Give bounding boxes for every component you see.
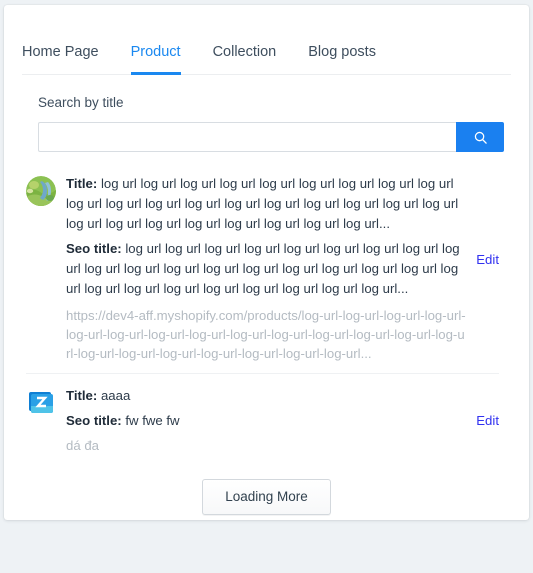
tab-product-label: Product <box>130 44 181 60</box>
product-seo-title-line: Seo title: log url log url log url log u… <box>66 239 466 299</box>
tab-collection-label: Collection <box>212 44 277 60</box>
search-row <box>38 122 504 152</box>
search-section: Search by title <box>4 75 529 152</box>
edit-link-wrap: Edit <box>476 386 499 431</box>
tab-home-page-label: Home Page <box>22 44 99 60</box>
product-list: Title: log url log url log url log url l… <box>4 166 529 465</box>
tab-bar: Home Page Product Collection Blog posts <box>22 5 511 75</box>
product-photo-thumbnail <box>26 176 56 206</box>
product-seo-title-line: Seo title: fw fwe fw <box>66 411 466 431</box>
list-footer: Loading More <box>4 465 529 515</box>
list-item-text: Title: log url log url log url log url l… <box>66 174 476 363</box>
list-item: Title: aaaa Seo title: fw fwe fw dá đa E… <box>26 373 499 465</box>
product-panel-card: Home Page Product Collection Blog posts … <box>4 5 529 520</box>
product-title-value: aaaa <box>100 388 131 403</box>
seo-title-key: Seo title: <box>66 241 122 256</box>
product-url: https://dev4-aff.myshopify.com/products/… <box>66 308 466 361</box>
edit-link-wrap: Edit <box>476 174 499 270</box>
list-item-text: Title: aaaa Seo title: fw fwe fw dá đa <box>66 386 476 455</box>
search-label: Search by title <box>38 95 124 110</box>
list-item: Title: log url log url log url log url l… <box>26 166 499 373</box>
tab-collection[interactable]: Collection <box>213 44 277 75</box>
edit-link[interactable]: Edit <box>476 252 499 267</box>
product-seo-title-value: fw fwe fw <box>125 413 180 428</box>
list-item-body: Title: log url log url log url log url l… <box>66 174 499 363</box>
zalo-logo-thumbnail <box>26 388 56 418</box>
tab-home-page[interactable]: Home Page <box>22 44 99 75</box>
title-key: Title: <box>66 388 98 403</box>
title-key: Title: <box>66 176 98 191</box>
search-button[interactable] <box>456 122 504 152</box>
list-item-body: Title: aaaa Seo title: fw fwe fw dá đa E… <box>66 386 499 455</box>
tab-blog-posts[interactable]: Blog posts <box>308 44 376 75</box>
product-title-value: log url log url log url log url log url … <box>66 176 459 231</box>
product-title-line: Title: log url log url log url log url l… <box>66 174 466 234</box>
product-seo-title-value: log url log url log url log url log url … <box>66 241 460 296</box>
seo-title-key: Seo title: <box>66 413 122 428</box>
load-more-button[interactable]: Loading More <box>202 479 331 515</box>
search-icon <box>473 130 488 145</box>
search-input[interactable] <box>38 122 456 152</box>
edit-link[interactable]: Edit <box>476 413 499 428</box>
product-title-line: Title: aaaa <box>66 386 466 406</box>
tab-product[interactable]: Product <box>130 44 181 75</box>
tab-blog-posts-label: Blog posts <box>308 44 376 60</box>
product-url: dá đa <box>66 438 100 453</box>
